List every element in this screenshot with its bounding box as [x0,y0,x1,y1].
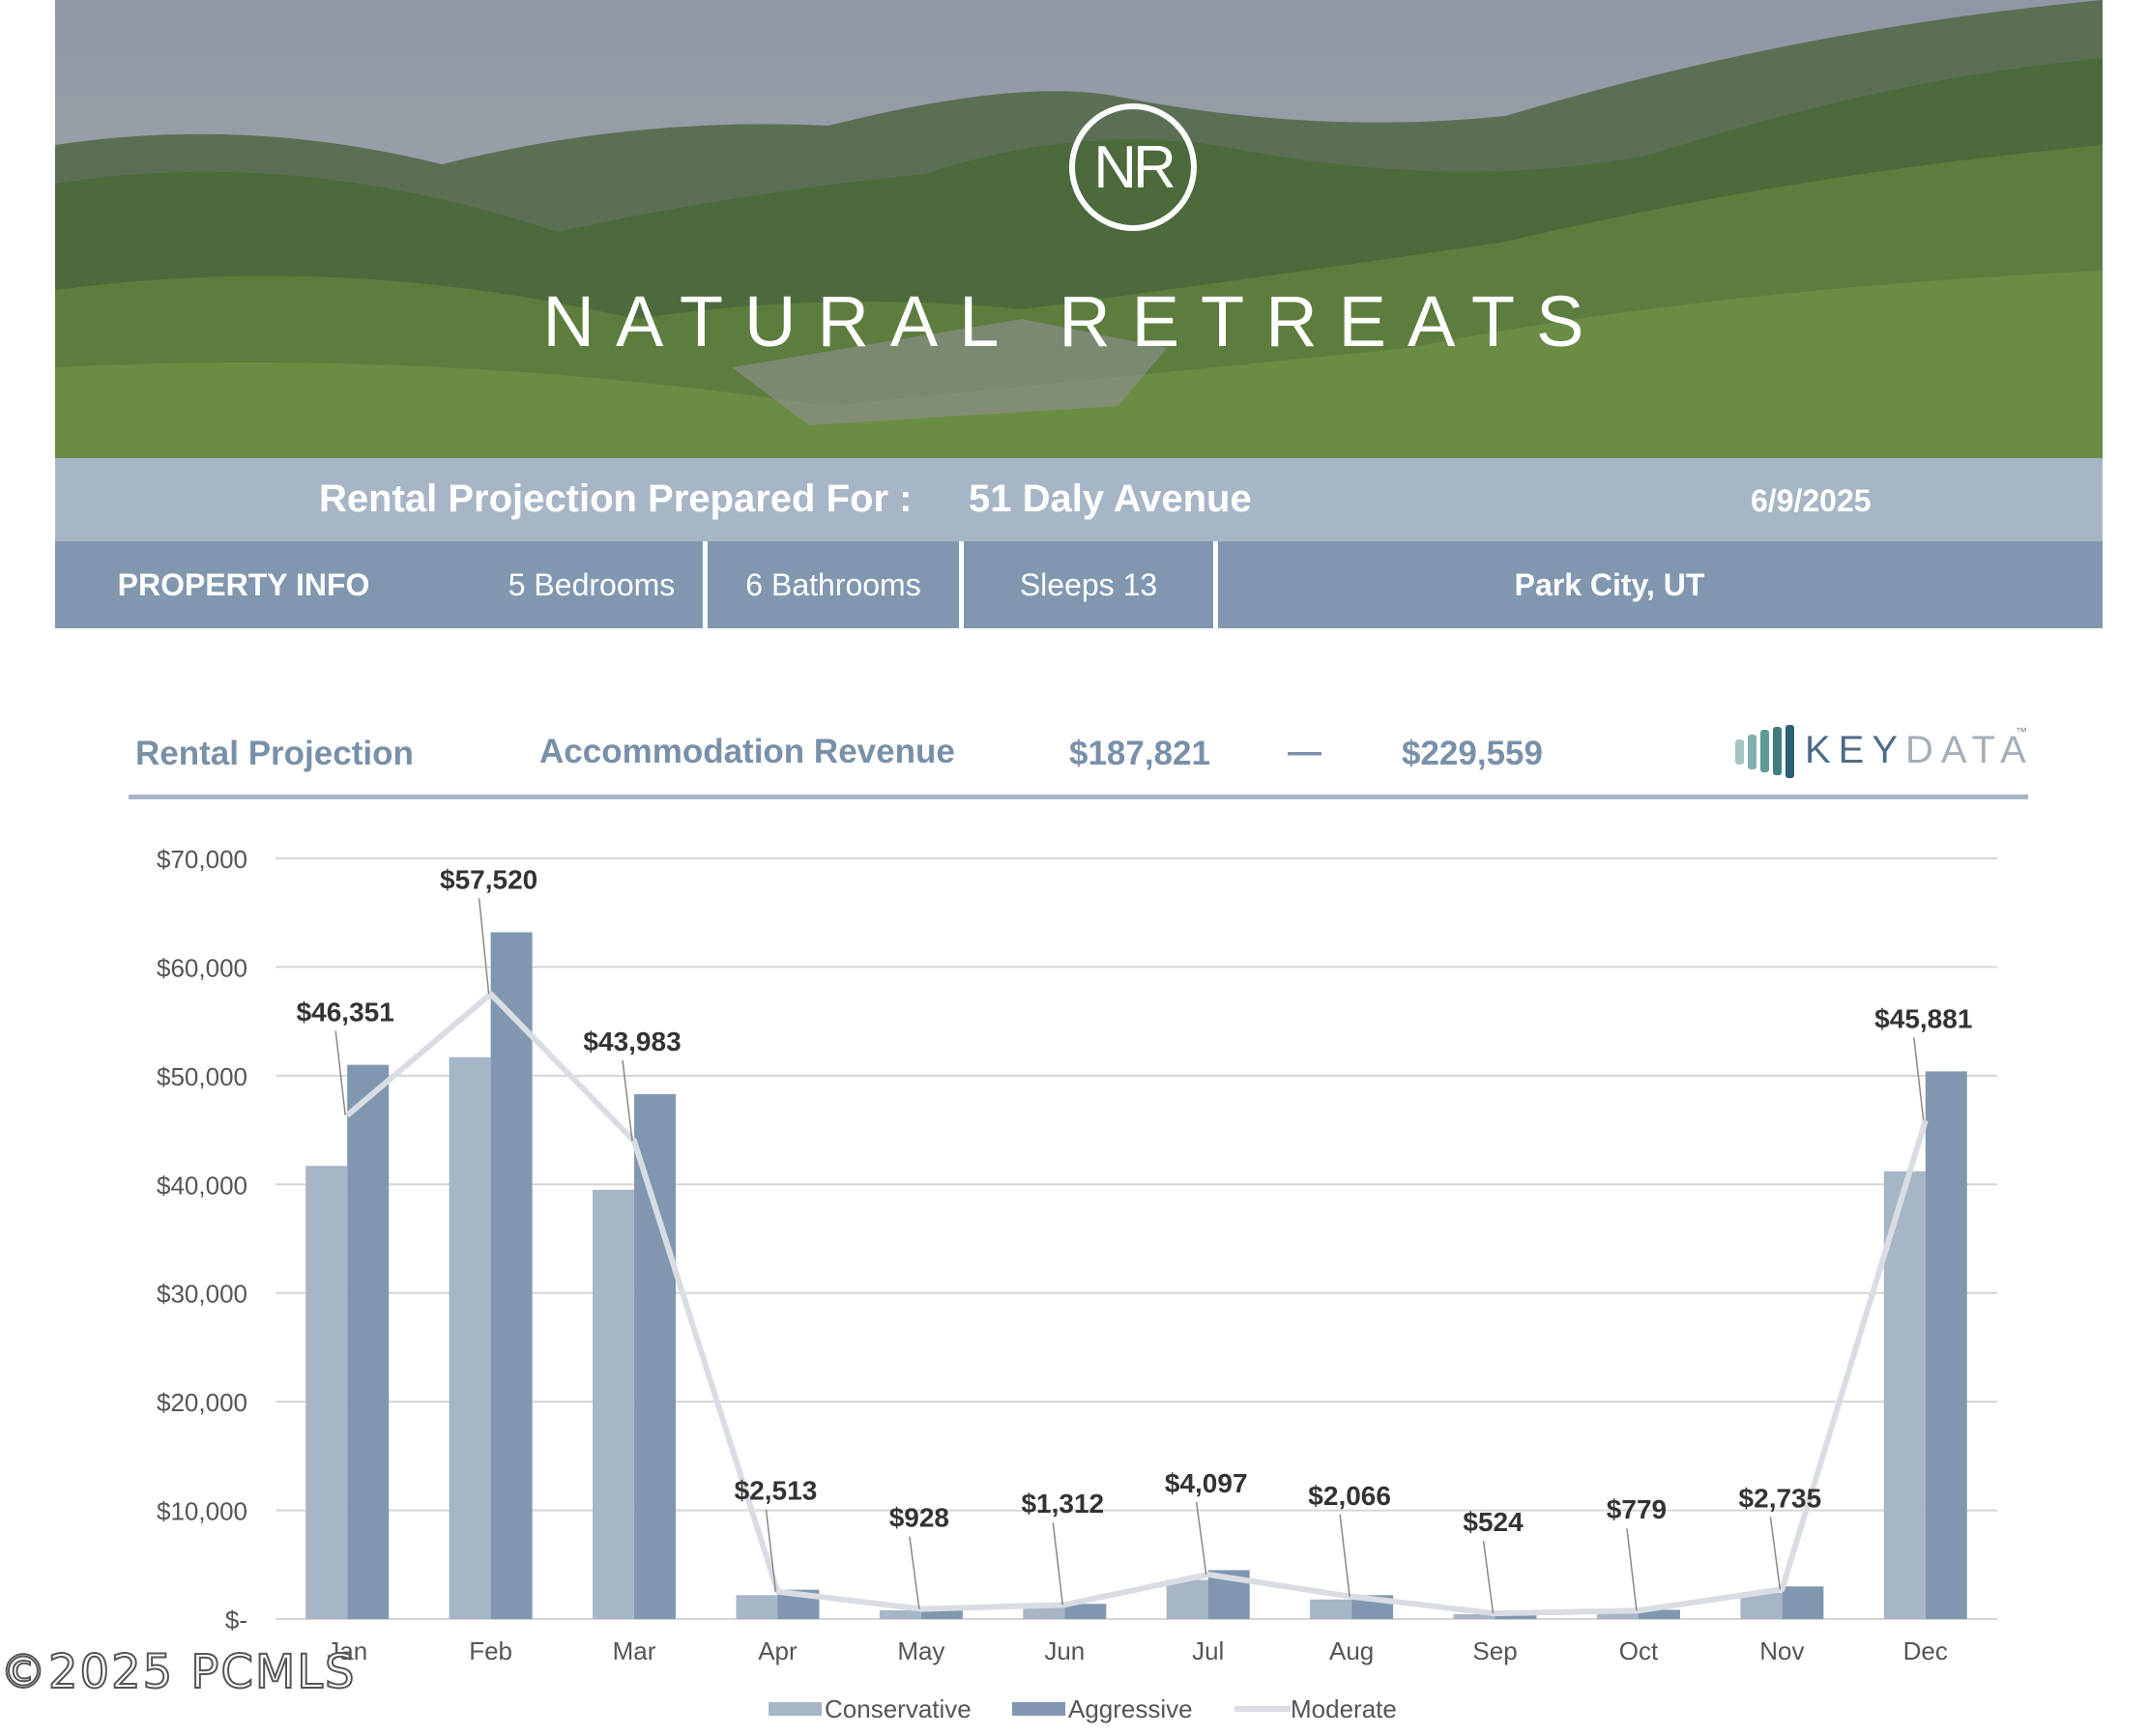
y-tick-label: $50,000 [157,1062,247,1091]
moderate-line [345,991,1929,1617]
callout-leader [1913,1037,1925,1121]
bar-conservative [305,1166,348,1619]
callout-leader [1482,1541,1495,1614]
data-label: $45,881 [1874,1003,1972,1033]
bar-aggressive [347,1064,390,1619]
bar-conservative [879,1610,921,1619]
x-tick-label: Sep [1472,1636,1517,1665]
x-tick-label: Nov [1759,1636,1804,1665]
callout-leader [1769,1517,1782,1590]
bar-aggressive [490,932,533,1619]
y-tick-label: $- [225,1606,247,1635]
callout-leader [1339,1514,1350,1597]
callout-leader [1195,1501,1207,1576]
x-tick-label: Feb [469,1636,512,1665]
copyright-watermark: ©2025 PCMLS [0,1644,357,1700]
callout-leader [909,1536,920,1609]
data-label: $1,312 [1021,1489,1104,1519]
x-tick-label: Oct [1619,1636,1659,1665]
y-axis-ticks: $- $10,000 $20,000 $30,000 $40,000 $50,000 $60… [157,845,247,1635]
chart-legend: Conservative Aggressive Moderate [769,1694,1397,1723]
rental-projection-chart: $- $10,000 $20,000 $30,000 $40,000 $50,000 $60… [157,845,1997,1723]
data-labels: $46,351 $57,520 $43,983 $2,513 $928 $1,312 $4,… [297,864,1972,1614]
x-tick-label: Jul [1192,1636,1224,1665]
bar-conservative [593,1189,635,1619]
bar-conservative [1166,1579,1208,1619]
x-tick-label: May [897,1636,944,1665]
bar-marks [305,932,1967,1619]
y-tick-label: $10,000 [157,1497,247,1526]
bar-conservative [1310,1599,1352,1619]
legend-label: Moderate [1291,1694,1397,1723]
x-tick-label: Mar [613,1636,656,1665]
y-tick-label: $60,000 [157,953,247,982]
x-tick-label: Jun [1044,1636,1085,1665]
x-tick-label: Dec [1903,1636,1948,1665]
callout-leader [334,1030,346,1115]
bar-aggressive [634,1093,677,1619]
legend-swatch [769,1702,822,1716]
data-label: $524 [1463,1507,1524,1537]
bar-conservative [449,1056,491,1619]
data-label: $57,520 [440,864,537,894]
data-label: $2,735 [1739,1483,1822,1513]
legend-label: Conservative [825,1694,972,1723]
data-label: $2,513 [735,1476,818,1506]
moderate-series-line [345,991,1929,1617]
bar-aggressive [1925,1071,1967,1619]
data-label: $928 [889,1503,949,1533]
bar-conservative [1023,1606,1065,1619]
x-tick-label: Apr [758,1636,798,1665]
callout-leader [1626,1528,1638,1611]
callout-leader [478,898,490,995]
x-tick-label: Aug [1329,1636,1374,1665]
y-tick-label: $70,000 [157,845,247,874]
bar-conservative [736,1595,778,1619]
callout-leader [1052,1522,1064,1606]
data-label: $46,351 [297,998,394,1027]
legend-swatch [1012,1702,1065,1716]
legend-label: Aggressive [1068,1694,1193,1723]
bar-aggressive [1782,1586,1824,1619]
y-tick-label: $30,000 [157,1280,247,1309]
data-label: $779 [1607,1494,1667,1524]
data-label: $2,066 [1308,1481,1391,1511]
y-tick-label: $40,000 [157,1171,247,1200]
data-label: $4,097 [1165,1468,1248,1498]
data-label: $43,983 [583,1027,681,1056]
y-tick-label: $20,000 [157,1388,247,1417]
x-axis-ticks: Jan Feb Mar Apr May Jun Jul Aug Sep Oct Nov Dec [327,1636,1948,1665]
